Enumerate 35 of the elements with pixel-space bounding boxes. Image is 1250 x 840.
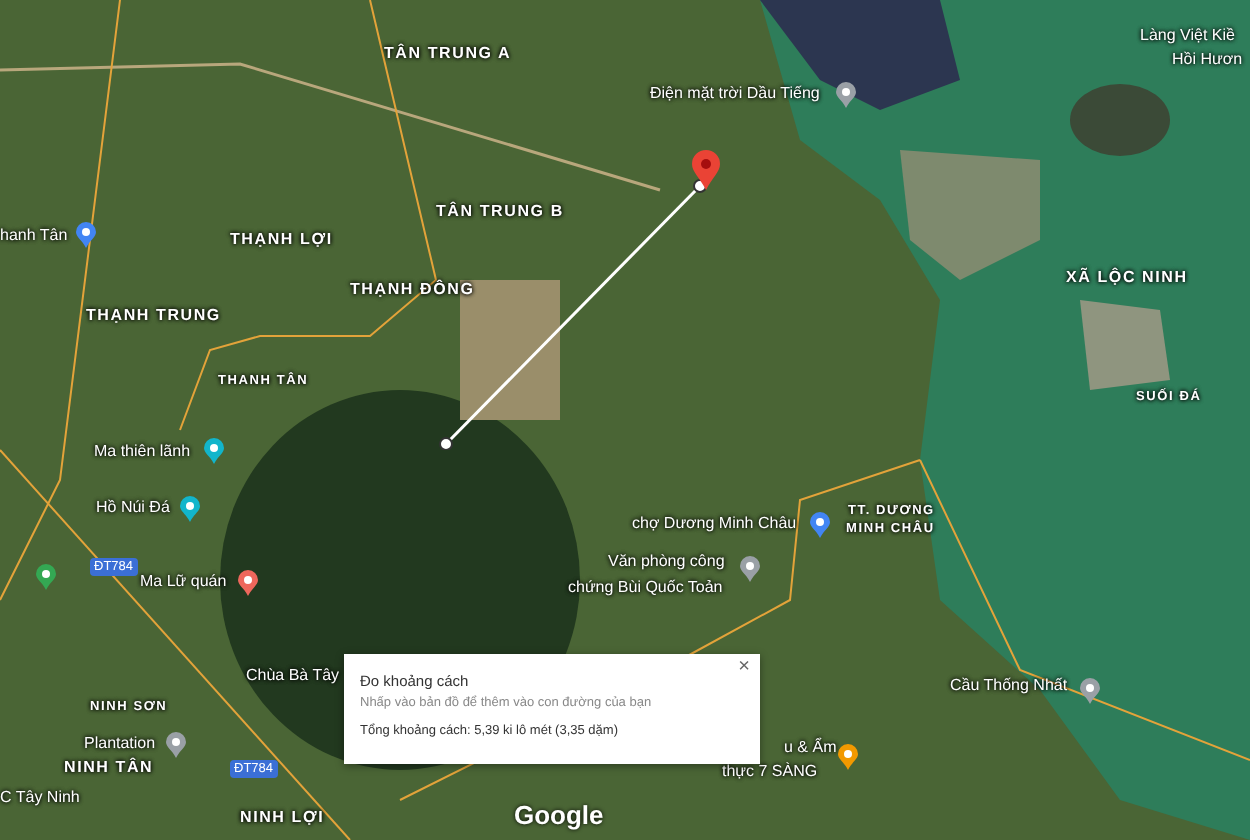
- map-label: NINH TÂN: [64, 758, 154, 776]
- map-pin-icon[interactable]: [238, 570, 258, 596]
- map-pin-icon[interactable]: [836, 82, 856, 108]
- map-label: NINH LỢI: [240, 808, 325, 826]
- map-pin-icon[interactable]: [180, 496, 200, 522]
- map-pin-icon[interactable]: [166, 732, 186, 758]
- map-pin-icon[interactable]: [204, 438, 224, 464]
- map-label: chứng Bùi Quốc Toản: [568, 578, 723, 596]
- map-logo: Google: [514, 800, 604, 830]
- map-label: hanh Tân: [0, 226, 68, 244]
- map-label: Ma Lữ quán: [140, 572, 227, 590]
- map-label: u & Ẩm: [784, 738, 837, 756]
- map-label: C Tây Ninh: [0, 788, 80, 806]
- map-label: THẠNH TRUNG: [86, 306, 221, 324]
- map-label: thực 7 SÀNG: [722, 762, 818, 780]
- map-label: chợ Dương Minh Châu: [632, 514, 797, 532]
- map-label: Hồi Hươn: [1172, 50, 1243, 68]
- map-label: TÂN TRUNG A: [384, 44, 512, 62]
- map-label: Văn phòng công: [608, 552, 725, 570]
- map-label: Chùa Bà Tây: [246, 666, 340, 684]
- map-label: Hồ Núi Đá: [96, 498, 170, 516]
- map-label: XÃ LỘC NINH: [1066, 268, 1188, 286]
- map-pin-icon[interactable]: [36, 564, 56, 590]
- close-button[interactable]: ×: [734, 658, 754, 678]
- map-pin-icon[interactable]: [740, 556, 760, 582]
- map-label: Làng Việt Kiề: [1140, 26, 1235, 44]
- map-label: TÂN TRUNG B: [436, 202, 564, 220]
- map-pin-icon[interactable]: [76, 222, 96, 248]
- map-label: Ma thiên lãnh: [94, 442, 191, 460]
- map-label: Điện mặt trời Dầu Tiếng: [650, 84, 820, 102]
- map-label: THẠNH LỢI: [230, 230, 333, 248]
- location-pin-icon[interactable]: [692, 150, 720, 190]
- map-label: Plantation: [84, 734, 156, 752]
- map-pin-icon[interactable]: [810, 512, 830, 538]
- map-pin-icon[interactable]: [838, 744, 858, 770]
